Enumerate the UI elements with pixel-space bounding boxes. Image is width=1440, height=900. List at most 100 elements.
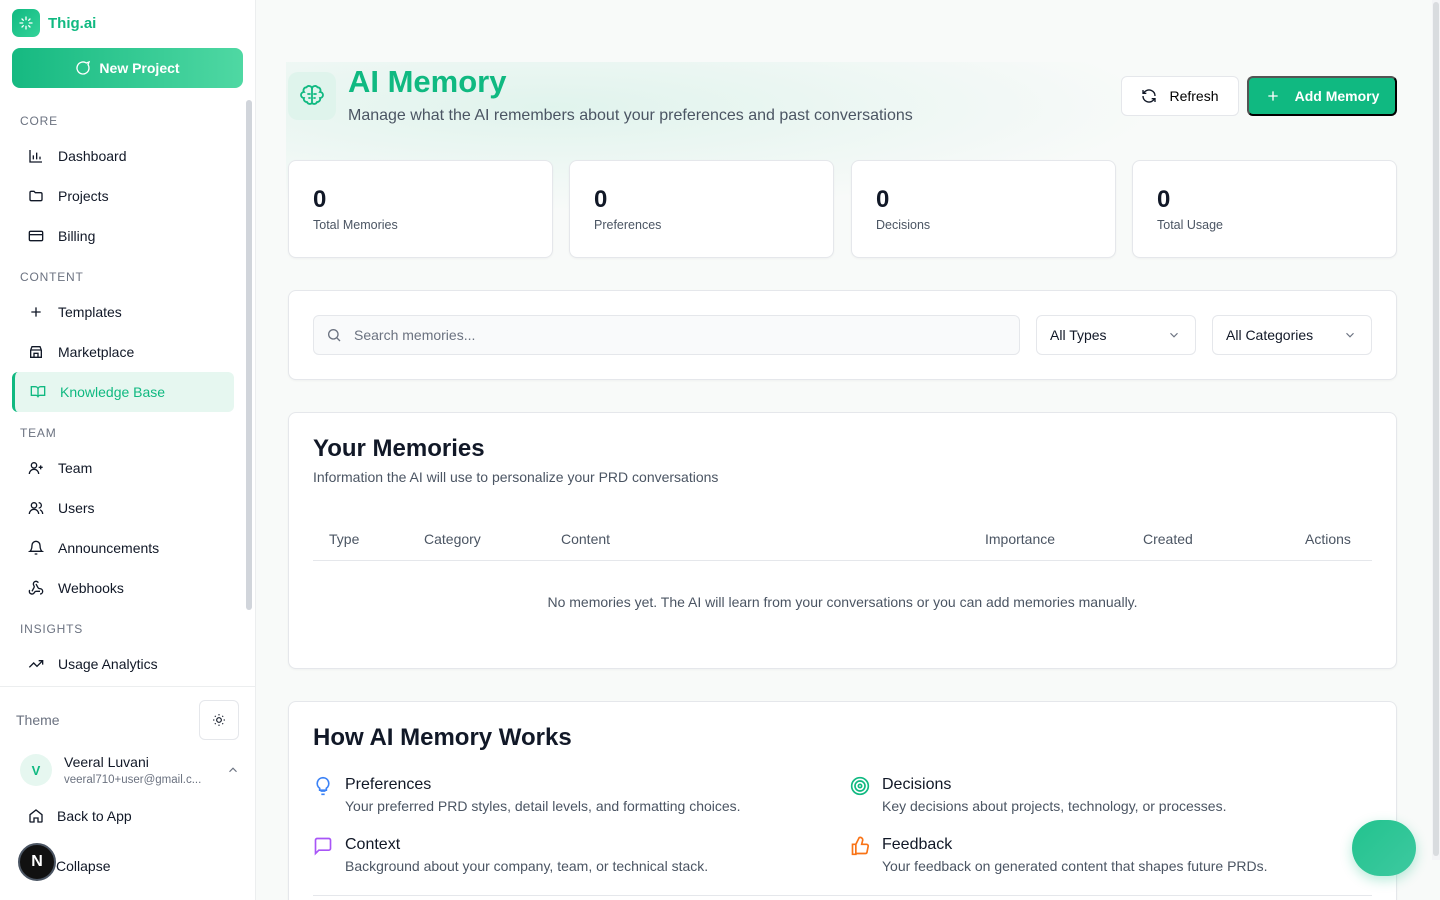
- user-menu[interactable]: V Veeral Luvani veeral710+user@gmail.c..…: [20, 748, 240, 792]
- sidebar-scrollbar[interactable]: [246, 100, 252, 610]
- user-info: Veeral Luvani veeral710+user@gmail.c...: [64, 754, 226, 786]
- back-to-app-label: Back to App: [57, 808, 132, 824]
- message-circle-icon: [76, 60, 91, 75]
- sidebar-item-templates[interactable]: Templates: [12, 292, 234, 332]
- page-subtitle: Manage what the AI remembers about your …: [348, 107, 913, 124]
- stat-value: 0: [876, 186, 890, 213]
- chevron-down-icon: [1346, 332, 1354, 338]
- how-title: How AI Memory Works: [313, 724, 572, 751]
- nav-section-content: CONTENT: [20, 270, 84, 284]
- feature-title: Feedback: [882, 836, 953, 853]
- sidebar-item-billing[interactable]: Billing: [12, 216, 234, 256]
- chevron-down-icon: [1170, 332, 1178, 338]
- message-square-icon: [314, 837, 332, 856]
- feature-desc: Your preferred PRD styles, detail levels…: [345, 798, 741, 814]
- new-project-button[interactable]: New Project: [12, 48, 243, 88]
- column-category: Category: [424, 531, 481, 547]
- collapse-button[interactable]: Collapse: [56, 858, 110, 874]
- brain-icon: [288, 72, 336, 120]
- feature-preferences: Preferences Your preferred PRD styles, d…: [313, 776, 741, 814]
- memories-subtitle: Information the AI will use to personali…: [313, 469, 719, 485]
- theme-row: Theme: [16, 700, 239, 740]
- refresh-button[interactable]: Refresh: [1121, 76, 1239, 116]
- feature-context: Context Background about your company, t…: [313, 836, 708, 874]
- column-importance: Importance: [985, 531, 1056, 547]
- sidebar-item-projects[interactable]: Projects: [12, 176, 234, 216]
- feature-title: Context: [345, 836, 401, 853]
- stat-decisions: 0 Decisions: [851, 160, 1116, 258]
- feature-title: Preferences: [345, 776, 432, 793]
- memories-title: Your Memories: [313, 435, 485, 462]
- brand-name: Thig.ai: [48, 14, 97, 32]
- chat-fab-button[interactable]: [1352, 820, 1416, 876]
- nav-section-team: TEAM: [20, 426, 57, 440]
- brand[interactable]: Thig.ai: [12, 9, 96, 37]
- webhook-icon: [28, 580, 44, 595]
- nav-section-core: CORE: [20, 114, 58, 128]
- page-scrollbar[interactable]: [1432, 0, 1440, 860]
- theme-label: Theme: [16, 712, 60, 728]
- feature-desc: Key decisions about projects, technology…: [882, 798, 1227, 814]
- sidebar-item-label: Dashboard: [58, 148, 127, 164]
- stat-total-memories: 0 Total Memories: [288, 160, 553, 258]
- search-box[interactable]: [313, 315, 1020, 355]
- bell-icon: [28, 540, 44, 555]
- type-select[interactable]: All Types: [1036, 315, 1196, 355]
- sidebar-item-dashboard[interactable]: Dashboard: [12, 136, 234, 176]
- theme-toggle-button[interactable]: [199, 700, 239, 740]
- sidebar-item-webhooks[interactable]: Webhooks: [12, 568, 234, 608]
- user-name: Veeral Luvani: [64, 754, 149, 770]
- refresh-icon: [1142, 89, 1157, 103]
- how-it-works-card: How AI Memory Works Preferences Your pre…: [288, 701, 1397, 900]
- stat-value: 0: [313, 186, 327, 213]
- sidebar-item-usage-analytics[interactable]: Usage Analytics: [12, 644, 234, 684]
- stat-label: Decisions: [876, 218, 931, 232]
- table-header: Type Category Content Importance Created…: [313, 517, 1372, 561]
- type-select-value: All Types: [1050, 327, 1107, 343]
- chevron-up-icon: [229, 767, 237, 773]
- sidebar: Thig.ai New Project CORE Dashboard Proje…: [0, 0, 256, 900]
- sidebar-item-marketplace[interactable]: Marketplace: [12, 332, 234, 372]
- dev-badge[interactable]: N: [18, 843, 56, 881]
- sidebar-item-label: Announcements: [58, 540, 160, 556]
- main-content: AI Memory Manage what the AI remembers a…: [256, 0, 1440, 900]
- user-email: veeral710+user@gmail.c...: [64, 774, 202, 786]
- stat-preferences: 0 Preferences: [569, 160, 834, 258]
- thumbs-up-icon: [851, 836, 870, 856]
- column-created: Created: [1143, 531, 1193, 547]
- empty-state: No memories yet. The AI will learn from …: [547, 594, 1138, 610]
- sidebar-item-users[interactable]: Users: [12, 488, 234, 528]
- stat-label: Preferences: [594, 218, 662, 232]
- credit-card-icon: [28, 230, 44, 242]
- user-plus-icon: [28, 462, 43, 475]
- search-input[interactable]: [354, 327, 954, 343]
- sidebar-item-label: Knowledge Base: [60, 384, 166, 400]
- avatar: V: [20, 754, 52, 786]
- sparkle-logo-icon: [12, 9, 40, 37]
- lightbulb-icon: [316, 776, 330, 796]
- stat-value: 0: [594, 186, 608, 213]
- sidebar-item-team[interactable]: Team: [12, 448, 234, 488]
- book-open-icon: [30, 386, 46, 398]
- search-icon: [328, 329, 341, 342]
- back-to-app-link[interactable]: Back to App: [28, 808, 132, 824]
- feature-desc: Your feedback on generated content that …: [882, 858, 1268, 874]
- divider: [313, 895, 1372, 896]
- sidebar-item-knowledge-base[interactable]: Knowledge Base: [12, 372, 234, 412]
- column-actions: Actions: [1305, 531, 1351, 547]
- sidebar-nav: CORE Dashboard Projects Billing CONTENT …: [12, 100, 234, 684]
- home-icon: [29, 809, 43, 823]
- store-icon: [30, 346, 42, 358]
- page-scrollbar-thumb[interactable]: [1433, 2, 1439, 856]
- feature-desc: Background about your company, team, or …: [345, 858, 709, 874]
- filters-card: All Types All Categories: [288, 290, 1397, 380]
- add-memory-label: Add Memory: [1294, 88, 1380, 104]
- sidebar-item-announcements[interactable]: Announcements: [12, 528, 234, 568]
- category-select[interactable]: All Categories: [1212, 315, 1372, 355]
- folder-icon: [29, 190, 43, 202]
- memories-card: Your Memories Information the AI will us…: [288, 412, 1397, 669]
- feature-title: Decisions: [882, 776, 952, 793]
- sidebar-item-label: Templates: [58, 304, 122, 320]
- plus-icon: [1267, 91, 1278, 101]
- add-memory-button[interactable]: Add Memory: [1247, 76, 1397, 116]
